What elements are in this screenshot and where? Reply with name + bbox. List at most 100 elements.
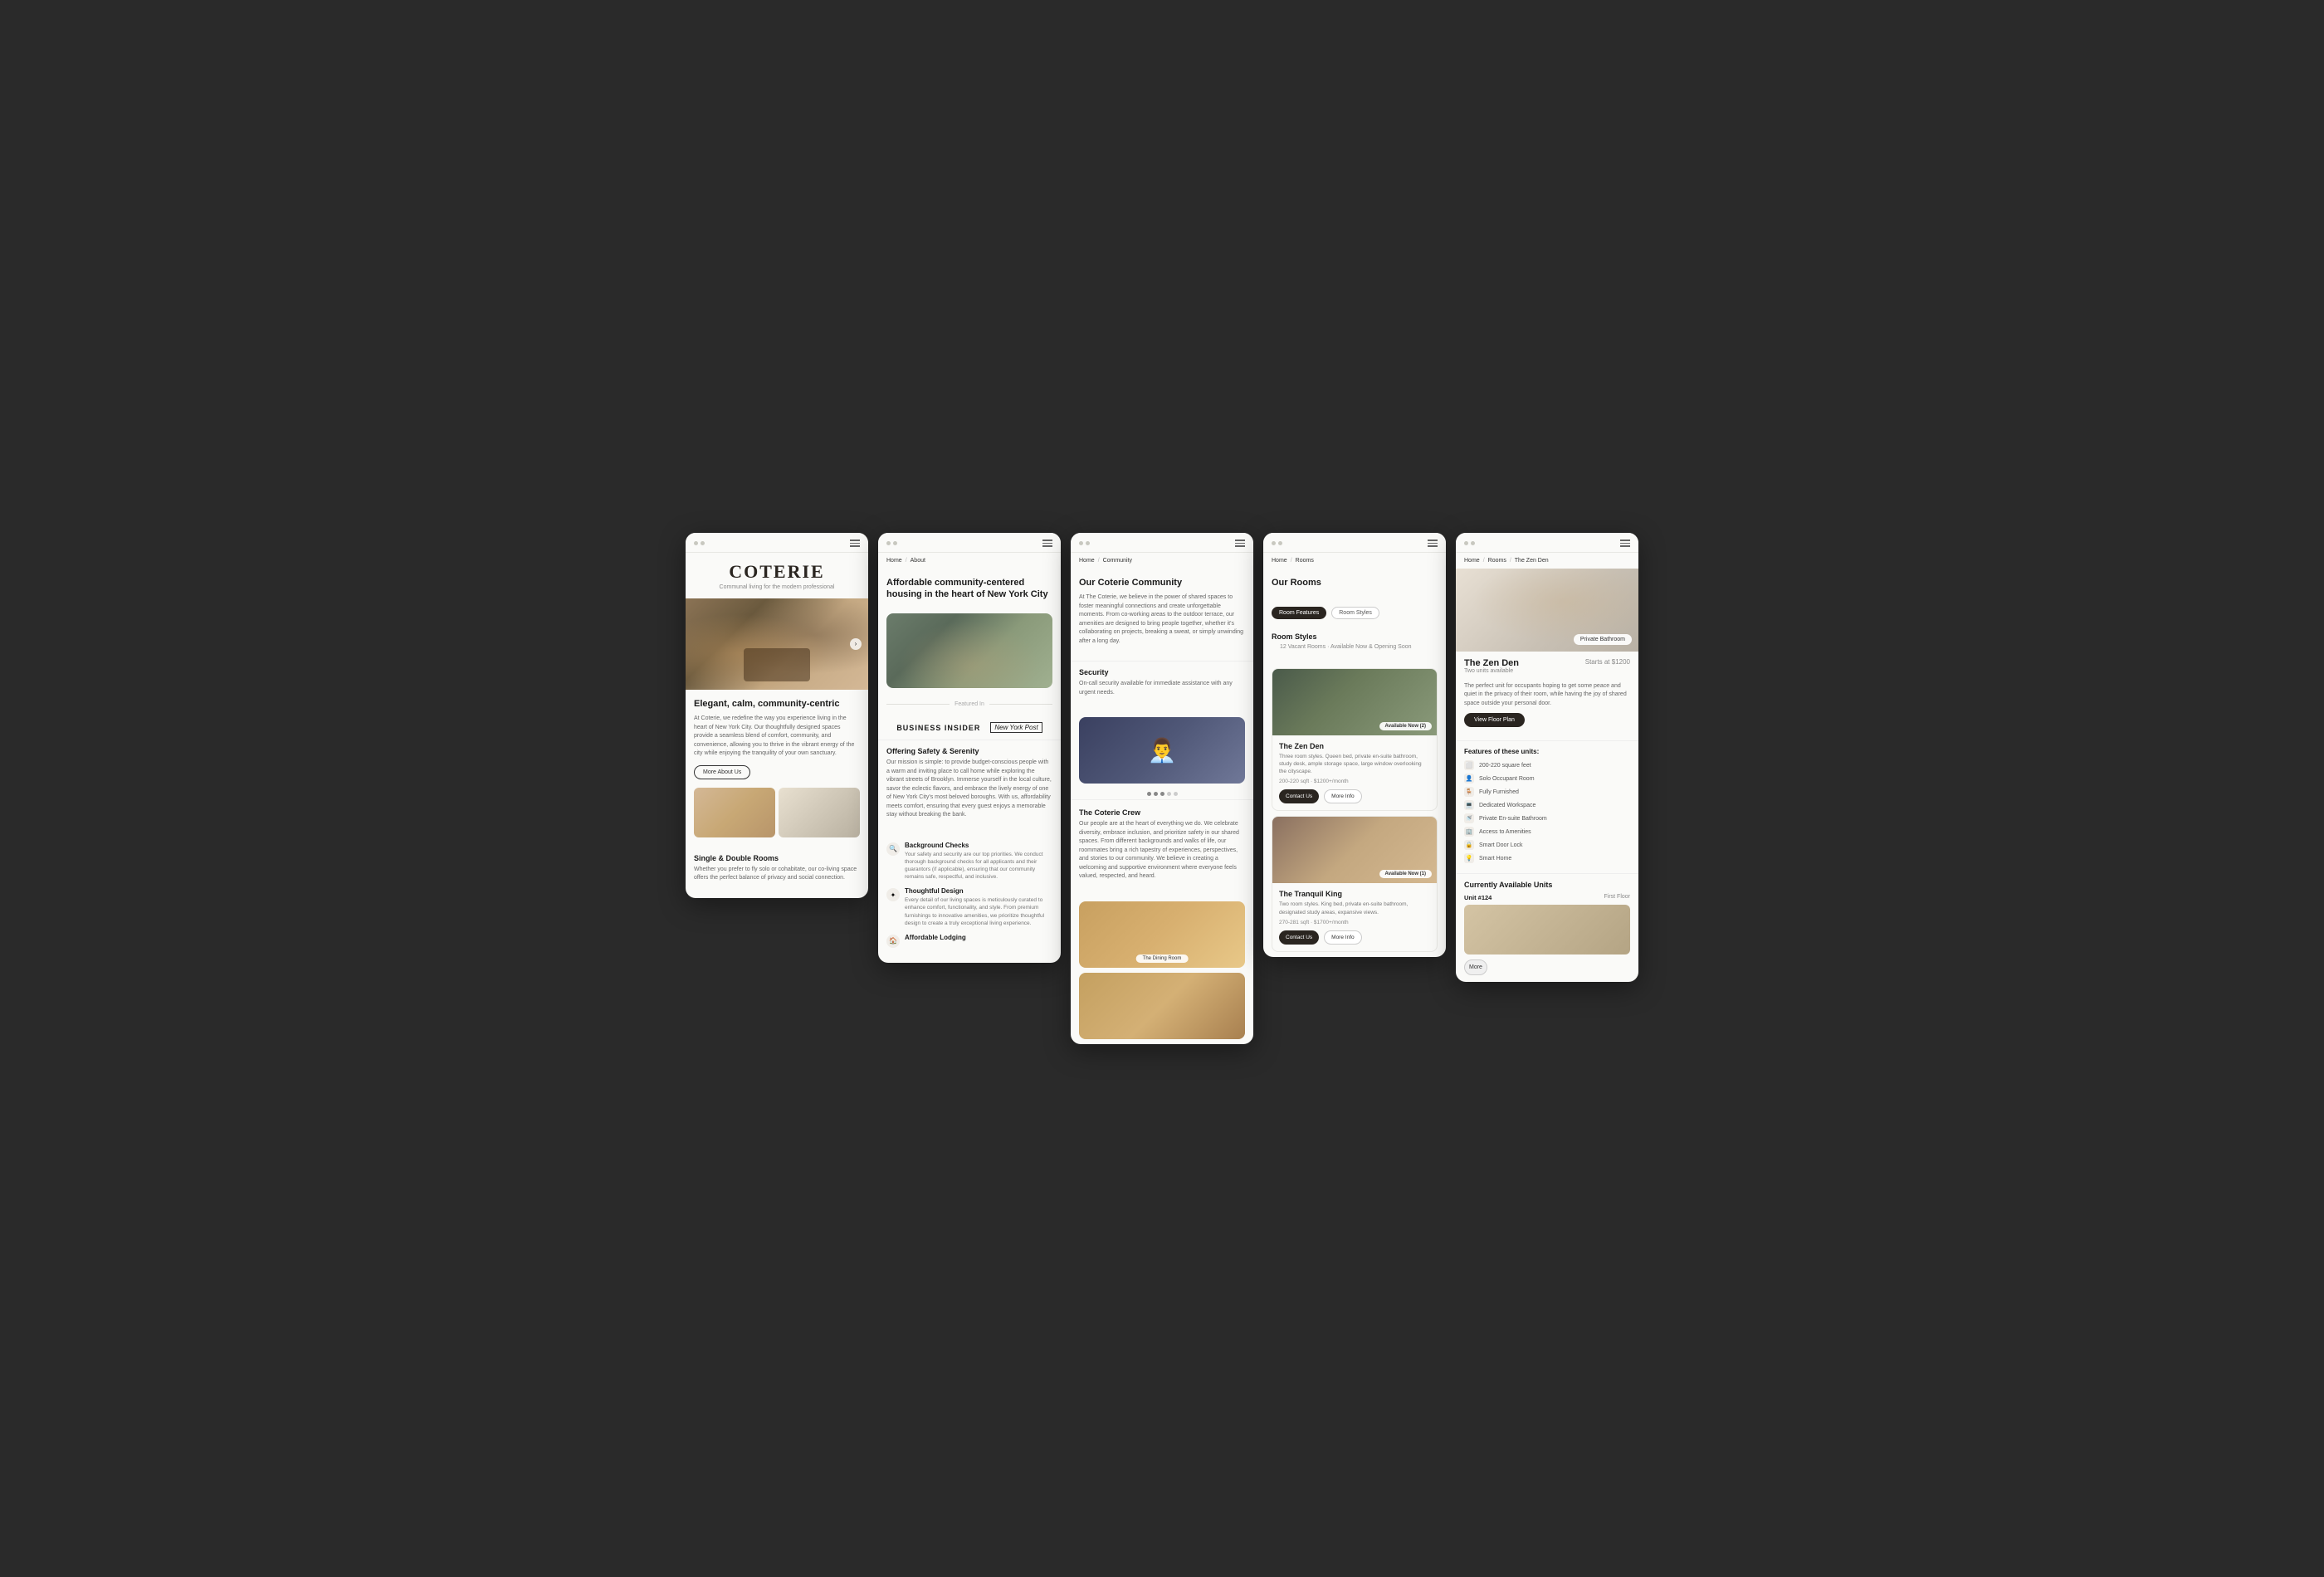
doorlock-text: Smart Door Lock	[1479, 842, 1523, 848]
warm-image	[694, 788, 775, 837]
zen-den-title: The Zen Den	[1464, 658, 1519, 668]
smarthome-icon: 💡	[1464, 853, 1474, 863]
smarthome-text: Smart Home	[1479, 856, 1511, 862]
carousel-dots	[1071, 788, 1253, 799]
bg-checks-text: Background Checks Your safety and securi…	[905, 842, 1052, 881]
community-header-dots	[1079, 541, 1090, 545]
zen-contact-button[interactable]: Contact Us	[1279, 789, 1319, 803]
feature-doorlock: 🔒 Smart Door Lock	[1464, 840, 1630, 850]
screen-home: COTERIE Communal living for the modern p…	[686, 533, 868, 897]
community-title: Our Coterie Community	[1079, 577, 1245, 588]
occupant-text: Solo Occupant Room	[1479, 776, 1535, 782]
room-count: 12 Vacant Rooms · Available Now & Openin…	[1272, 644, 1438, 655]
bg-checks-icon: 🔍	[886, 842, 900, 856]
zen-den-menu-icon[interactable]	[1620, 540, 1630, 547]
rooms-subtitle: Room Styles	[1272, 632, 1438, 641]
security-desc: On-call security available for immediate…	[1079, 680, 1245, 697]
offering-section: Offering Safety & Serenity Our mission i…	[878, 740, 1061, 833]
workspace-text: Dedicated Workspace	[1479, 803, 1536, 808]
zen-room-desc: Three room styles. Queen bed, private en…	[1279, 753, 1430, 775]
occupant-icon: 👤	[1464, 774, 1474, 784]
unit-header: Unit #124 First Floor	[1464, 894, 1630, 901]
dot2	[1278, 541, 1282, 545]
amenities-text: Access to Amenities	[1479, 829, 1531, 835]
more-about-us-button[interactable]: More About Us	[694, 765, 750, 779]
nyt-logo: New York Post	[990, 722, 1042, 733]
zen-den-price: Starts at $1200	[1585, 658, 1630, 666]
cdot-2	[1154, 792, 1158, 796]
tranquil-contact-button[interactable]: Contact Us	[1279, 930, 1319, 945]
feature-furnished: 🪑 Fully Furnished	[1464, 787, 1630, 797]
sqft-icon: ⬜	[1464, 760, 1474, 770]
screens-container: COTERIE Communal living for the modern p…	[686, 533, 1638, 1043]
zen-room-actions: Contact Us More Info	[1279, 789, 1430, 803]
unit-floor: First Floor	[1604, 894, 1631, 901]
bathroom-icon: 🚿	[1464, 813, 1474, 823]
feature-occupant: 👤 Solo Occupant Room	[1464, 774, 1630, 784]
crew-title: The Coterie Crew	[1079, 808, 1245, 817]
more-units-button[interactable]: More	[1464, 959, 1487, 975]
dining-label: The Dining Room	[1136, 954, 1189, 963]
about-menu-icon[interactable]	[1042, 540, 1052, 547]
zen-den-hero-image: Private Bathroom	[1456, 569, 1638, 652]
room-card-zen: Available Now (2) The Zen Den Three room…	[1272, 668, 1438, 811]
tranquil-room-img: Available Now (1)	[1272, 817, 1437, 883]
room-card-tranquil: Available Now (1) The Tranquil King Two …	[1272, 816, 1438, 951]
filter-room-features[interactable]: Room Features	[1272, 607, 1326, 619]
home-menu-icon[interactable]	[850, 540, 860, 547]
community-body: At The Coterie, we believe in the power …	[1079, 593, 1245, 646]
zen-room-meta: 200-220 sqft · $1200+/month	[1279, 779, 1430, 784]
about-breadcrumb: Home / About	[878, 553, 1061, 569]
available-units-title: Currently Available Units	[1464, 881, 1630, 889]
available-units-section: Currently Available Units Unit #124 Firs…	[1456, 873, 1638, 982]
dot1	[886, 541, 891, 545]
home-title: Elegant, calm, community-centric	[694, 698, 860, 710]
home-section1: Elegant, calm, community-centric At Cote…	[686, 690, 868, 788]
zen-more-info-button[interactable]: More Info	[1324, 789, 1361, 803]
dot2	[893, 541, 897, 545]
offering-body: Our mission is simple: to provide budget…	[886, 759, 1052, 820]
private-bath-badge: Private Bathroom	[1574, 634, 1632, 645]
dot1	[694, 541, 698, 545]
about-title-section: Affordable community-centered housing in…	[878, 569, 1061, 614]
design-text: Thoughtful Design Every detail of our li…	[905, 887, 1052, 926]
about-title: Affordable community-centered housing in…	[886, 577, 1052, 601]
community-breadcrumb: Home / Community	[1071, 553, 1253, 569]
filter-room-styles[interactable]: Room Styles	[1331, 607, 1379, 619]
sqft-text: 200-220 square feet	[1479, 763, 1531, 769]
icon-row-lodging: 🏠 Affordable Lodging	[886, 934, 1052, 948]
tranquil-room-name: The Tranquil King	[1279, 890, 1430, 898]
feature-workspace: 💻 Dedicated Workspace	[1464, 800, 1630, 810]
dot1	[1464, 541, 1468, 545]
cool-image	[779, 788, 860, 837]
feature-bathroom: 🚿 Private En-suite Bathroom	[1464, 813, 1630, 823]
lodging-icon: 🏠	[886, 935, 900, 948]
dot2	[701, 541, 705, 545]
social-img	[1079, 973, 1245, 1039]
amenities-icon: 🏢	[1464, 827, 1474, 837]
tranquil-room-info: The Tranquil King Two room styles. King …	[1272, 883, 1437, 950]
tranquil-room-actions: Contact Us More Info	[1279, 930, 1430, 945]
tagline: Communal living for the modern professio…	[694, 584, 860, 590]
dot2	[1471, 541, 1475, 545]
rooms-title-section: Our Rooms	[1263, 569, 1446, 602]
crew-section: The Coterie Crew Our people are at the h…	[1071, 799, 1253, 896]
offering-title: Offering Safety & Serenity	[886, 747, 1052, 755]
about-hero-image	[886, 613, 1052, 688]
rooms-menu-icon[interactable]	[1428, 540, 1438, 547]
zen-den-detail-section: The Zen Den Two units available Starts a…	[1456, 652, 1638, 741]
logo-area: COTERIE Communal living for the modern p…	[686, 553, 868, 598]
doorlock-icon: 🔒	[1464, 840, 1474, 850]
screen-about: Home / About Affordable community-center…	[878, 533, 1061, 962]
zen-den-breadcrumb: Home / Rooms / The Zen Den	[1456, 553, 1638, 569]
tranquil-room-meta: 270-281 sqft · $1700+/month	[1279, 920, 1430, 925]
icons-section: 🔍 Background Checks Your safety and secu…	[878, 833, 1061, 963]
hero-arrow[interactable]: ›	[850, 638, 862, 650]
community-menu-icon[interactable]	[1235, 540, 1245, 547]
zen-den-title-group: The Zen Den Two units available	[1464, 658, 1519, 677]
unit-image	[1464, 905, 1630, 954]
view-floor-plan-button[interactable]: View Floor Plan	[1464, 713, 1525, 727]
dot1	[1272, 541, 1276, 545]
tranquil-more-info-button[interactable]: More Info	[1324, 930, 1361, 945]
zen-den-header-dots	[1464, 541, 1475, 545]
